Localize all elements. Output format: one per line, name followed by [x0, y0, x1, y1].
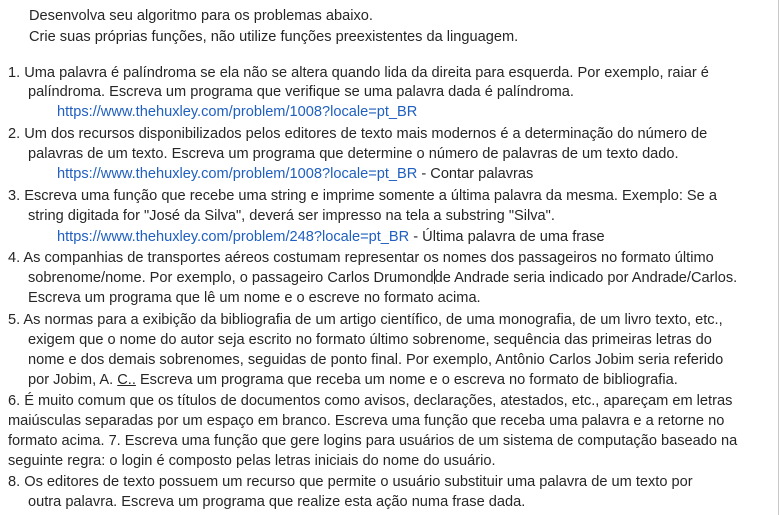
item-4-line-2: sobrenome/nome. Por exemplo, o passageir… [28, 268, 737, 288]
item-4-line-2a: sobrenome/nome. Por exemplo, o passageir… [28, 270, 434, 286]
item-4-line-3: Escreva um programa que lê um nome e o e… [28, 290, 481, 306]
item-5-line-4: por Jobim, A. C.. Escreva um programa qu… [28, 370, 678, 390]
item-4-line-1: 4. As companhias de transportes aéreos c… [8, 250, 714, 266]
item-3-link-suffix: - Última palavra de uma frase [409, 229, 605, 245]
item-6-line-1: 6. É muito comum que os títulos de docum… [8, 393, 733, 409]
item-1-line-1: 1. Uma palavra é palíndroma se ela não s… [8, 65, 709, 81]
item-5-line-4b: Escreva um programa que receba um nome e… [135, 372, 678, 388]
item-6-line-2: maiúsculas separadas por um espaço em br… [8, 413, 725, 429]
item-2-link-suffix: - Contar palavras [417, 166, 534, 182]
item-5-line-1: 5. As normas para a exibição da bibliogr… [8, 312, 723, 328]
item-3-link-row: https://www.thehuxley.com/problem/248?lo… [57, 227, 605, 247]
item-3-link[interactable]: https://www.thehuxley.com/problem/248?lo… [57, 229, 409, 245]
item-8-line-1: 8. Os editores de texto possuem um recur… [8, 474, 693, 490]
item-8-line-2: outra palavra. Escreva um programa que r… [28, 494, 526, 510]
item-2-link-row: https://www.thehuxley.com/problem/1008?l… [57, 164, 533, 184]
item-1-link[interactable]: https://www.thehuxley.com/problem/1008?l… [57, 104, 417, 120]
item-1-line-2: palíndroma. Escreva um programa que veri… [28, 84, 574, 100]
item-2-link[interactable]: https://www.thehuxley.com/problem/1008?l… [57, 166, 417, 182]
item-5-line-3: nome e dos demais sobrenomes, seguidas d… [28, 352, 724, 368]
item-5-line-4a: por Jobim, A. [28, 372, 118, 388]
item-2-line-2: palavras de um texto. Escreva um program… [28, 146, 679, 162]
intro-line-1: Desenvolva seu algoritmo para os problem… [29, 8, 373, 24]
item-4-line-2b: de Andrade seria indicado por Andrade/Ca… [434, 270, 738, 286]
intro-line-2: Crie suas próprias funções, não utilize … [29, 29, 519, 45]
item-2-line-1: 2. Um dos recursos disponibilizados pelo… [8, 126, 708, 142]
item-6-line-3: formato acima. 7. Escreva uma função que… [8, 433, 738, 449]
item-1-link-row: https://www.thehuxley.com/problem/1008?l… [57, 102, 417, 122]
item-3-line-1: 3. Escreva uma função que recebe uma str… [8, 188, 717, 204]
item-5-line-2: exigem que o nome do autor seja escrito … [28, 332, 712, 348]
item-3-line-2: string digitada for "José da Silva", dev… [28, 208, 555, 224]
item-5-underlined-text: C.. [117, 372, 136, 388]
item-6-line-4: seguinte regra: o login é composto pelas… [8, 453, 496, 469]
